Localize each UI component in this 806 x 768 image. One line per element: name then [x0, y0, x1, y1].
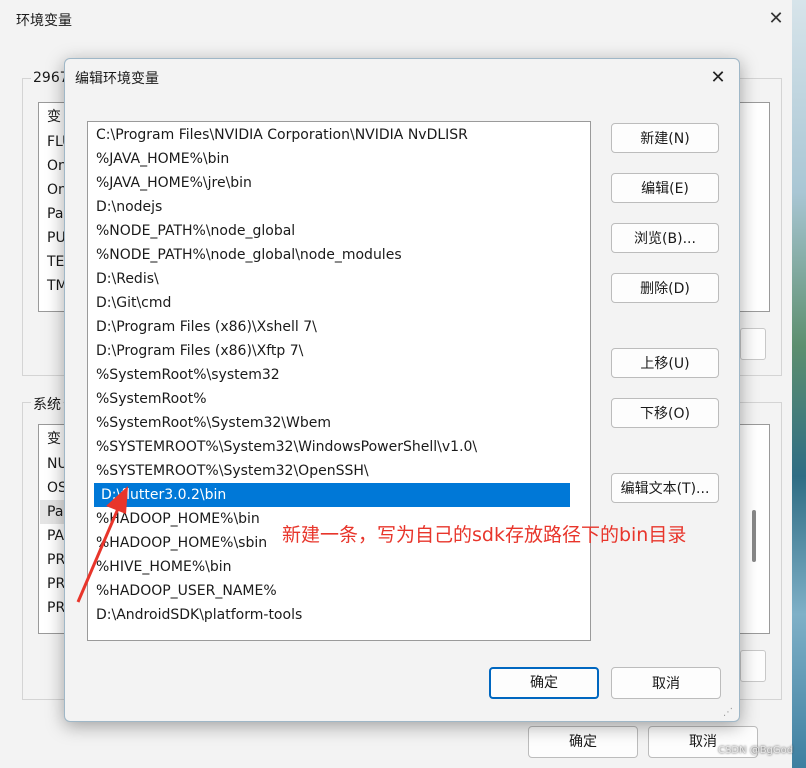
list-item[interactable]: D:\Program Files (x86)\Xftp 7\	[89, 339, 569, 363]
dialog-title: 编辑环境变量	[75, 71, 159, 87]
resize-grip-icon[interactable]: ⋰	[723, 707, 733, 718]
close-icon[interactable]: ✕	[766, 9, 786, 29]
edit-text-button[interactable]: 编辑文本(T)...	[611, 473, 719, 503]
list-item[interactable]: D:\nodejs	[89, 195, 569, 219]
list-item[interactable]: %SystemRoot%\system32	[89, 363, 569, 387]
list-item[interactable]: %SYSTEMROOT%\System32\WindowsPowerShell\…	[89, 435, 569, 459]
user-variables-button[interactable]	[740, 328, 766, 360]
list-item[interactable]: D:\AndroidSDK\platform-tools	[89, 603, 569, 627]
path-list[interactable]: C:\Program Files\NVIDIA Corporation\NVID…	[87, 121, 591, 641]
move-down-button[interactable]: 下移(O)	[611, 398, 719, 428]
ok-button[interactable]: 确定	[489, 667, 599, 699]
list-item[interactable]: PU	[47, 226, 66, 250]
list-item[interactable]: %SystemRoot%	[89, 387, 569, 411]
list-item[interactable]: Pa	[47, 202, 63, 226]
browse-button[interactable]: 浏览(B)...	[611, 223, 719, 253]
list-item[interactable]: D:\Redis\	[89, 267, 569, 291]
desktop-background	[792, 0, 806, 768]
cancel-button[interactable]: 取消	[611, 667, 721, 699]
list-item[interactable]: %HIVE_HOME%\bin	[89, 555, 569, 579]
list-item[interactable]: %SYSTEMROOT%\System32\OpenSSH\	[89, 459, 569, 483]
system-variables-label: 系统	[31, 394, 63, 414]
list-item-selected[interactable]: D:\flutter3.0.2\bin	[94, 483, 570, 507]
list-item[interactable]: D:\Program Files (x86)\Xshell 7\	[89, 315, 569, 339]
list-item[interactable]: PA	[47, 524, 64, 548]
list-item[interactable]: TE	[47, 250, 64, 274]
list-item[interactable]: %NODE_PATH%\node_global	[89, 219, 569, 243]
list-item[interactable]: D:\Git\cmd	[89, 291, 569, 315]
system-variables-button[interactable]	[740, 650, 766, 682]
edit-environment-variable-dialog: 编辑环境变量 ✕ C:\Program Files\NVIDIA Corpora…	[64, 58, 740, 722]
ok-button[interactable]: 确定	[528, 726, 638, 758]
scrollbar[interactable]	[752, 510, 756, 562]
list-item[interactable]: C:\Program Files\NVIDIA Corporation\NVID…	[89, 123, 569, 147]
list-item[interactable]: %HADOOP_USER_NAME%	[89, 579, 569, 603]
list-item[interactable]: PR	[47, 596, 65, 620]
watermark: CSDN @BgGod	[718, 745, 794, 756]
dialog-title: 环境变量	[16, 13, 72, 29]
new-button[interactable]: 新建(N)	[611, 123, 719, 153]
move-up-button[interactable]: 上移(U)	[611, 348, 719, 378]
list-header: 变	[47, 109, 61, 125]
edit-button[interactable]: 编辑(E)	[611, 173, 719, 203]
list-item[interactable]: %JAVA_HOME%\bin	[89, 147, 569, 171]
list-item[interactable]: %JAVA_HOME%\jre\bin	[89, 171, 569, 195]
annotation-text: 新建一条，写为自己的sdk存放路径下的bin目录	[282, 524, 687, 546]
close-icon[interactable]: ✕	[707, 67, 729, 89]
list-item[interactable]: PR	[47, 572, 65, 596]
list-item[interactable]: %NODE_PATH%\node_global\node_modules	[89, 243, 569, 267]
delete-button[interactable]: 删除(D)	[611, 273, 719, 303]
list-item[interactable]: %SystemRoot%\System32\Wbem	[89, 411, 569, 435]
list-item[interactable]: PR	[47, 548, 65, 572]
list-header: 变	[47, 431, 61, 447]
